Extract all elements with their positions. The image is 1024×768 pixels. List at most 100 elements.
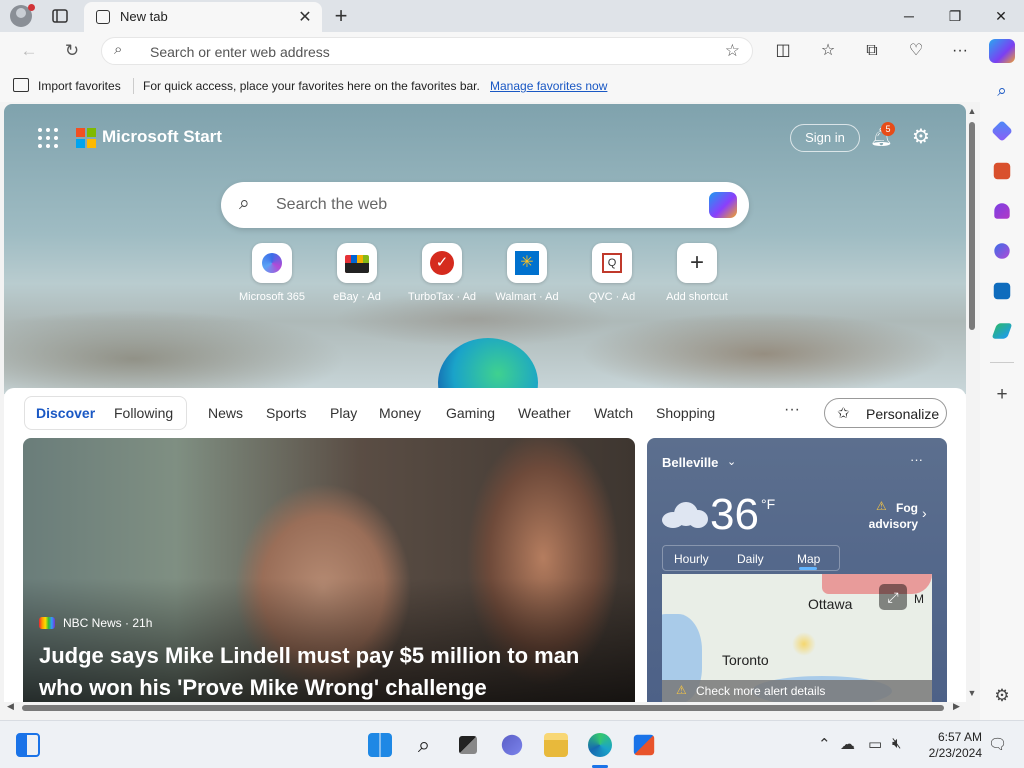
quick-link-walmart[interactable]: ✳ Walmart · Ad: [487, 243, 567, 303]
edge-browser-icon[interactable]: [588, 733, 612, 757]
horizontal-scrollbar[interactable]: ◀ ▶: [4, 701, 966, 714]
weather-card[interactable]: Belleville ⌄ ··· 36 °F ⚠ Fog advisory › …: [647, 438, 947, 702]
scroll-down-icon[interactable]: ▼: [967, 688, 977, 698]
restore-button[interactable]: ❐: [932, 0, 978, 32]
scroll-up-icon[interactable]: ▲: [967, 106, 977, 116]
scroll-right-icon[interactable]: ▶: [953, 701, 960, 712]
news-headline[interactable]: Judge says Mike Lindell must pay $5 mill…: [39, 640, 629, 702]
sidebar-games-icon[interactable]: [994, 203, 1010, 219]
add-shortcut-button[interactable]: + Add shortcut: [657, 243, 737, 303]
tab-title: New tab: [120, 9, 168, 24]
fog-advisory-link[interactable]: Fog advisory: [862, 500, 918, 532]
sidebar-tools-icon[interactable]: [993, 162, 1011, 180]
import-favorites-button[interactable]: Import favorites: [38, 79, 121, 93]
tile-label: eBay · Ad: [333, 291, 381, 303]
tile-label: QVC · Ad: [588, 291, 636, 303]
vertical-scrollbar[interactable]: ▲ ▼: [966, 104, 978, 704]
close-window-button[interactable]: ✕: [978, 0, 1024, 32]
weather-location[interactable]: Belleville: [662, 455, 718, 470]
weather-temperature: 36: [710, 490, 759, 539]
tab-shopping[interactable]: Shopping: [656, 405, 715, 421]
tab-play[interactable]: Play: [330, 405, 357, 421]
web-search-box[interactable]: ⌕ Search the web: [221, 182, 749, 228]
favorites-icon[interactable]: ☆: [816, 40, 840, 62]
notification-center-icon[interactable]: 🗨︎: [988, 735, 1007, 753]
sidebar-shopping-icon[interactable]: [991, 120, 1013, 142]
sidebar-microsoft-365-icon[interactable]: [994, 243, 1010, 259]
address-input[interactable]: Search or enter web address: [150, 44, 330, 60]
weather-more-icon[interactable]: ···: [910, 452, 923, 467]
vertical-scroll-thumb[interactable]: [969, 122, 975, 330]
tab-money[interactable]: Money: [379, 405, 421, 421]
sidebar-outlook-icon[interactable]: [993, 282, 1011, 300]
walmart-icon: ✳: [507, 243, 547, 283]
sidebar-settings-gear-icon[interactable]: ⚙: [991, 685, 1013, 707]
alert-details-bar[interactable]: ⚠ Check more alert details: [662, 680, 932, 702]
taskbar-search-icon[interactable]: ⌕: [412, 733, 436, 757]
sidebar-search-icon[interactable]: ⌕: [991, 80, 1013, 102]
close-tab-icon[interactable]: ✕: [296, 7, 314, 27]
new-tab-button[interactable]: +: [330, 3, 352, 29]
plus-icon: +: [677, 243, 717, 283]
chevron-up-icon[interactable]: ⌃: [818, 735, 831, 753]
tab-news[interactable]: News: [208, 405, 243, 421]
split-screen-icon[interactable]: ◫: [771, 40, 795, 62]
tab-discover[interactable]: Discover: [36, 405, 95, 421]
tab-weather[interactable]: Weather: [518, 405, 571, 421]
teams-chat-icon[interactable]: [501, 734, 523, 756]
feed-navigation: Discover Following News Sports Play Mone…: [4, 388, 966, 438]
title-bar: New tab ✕ + ─ ❐ ✕: [0, 0, 1024, 32]
collections-icon[interactable]: ⧉: [860, 40, 884, 62]
microsoft-store-icon[interactable]: [633, 734, 655, 756]
system-clock[interactable]: 6:57 AM 2/23/2024: [920, 729, 982, 761]
browser-essentials-icon[interactable]: ♡: [904, 40, 928, 62]
weather-tab-hourly[interactable]: Hourly: [674, 552, 709, 566]
windows-taskbar: ⌕ ⌃ ☁ ▭ 🔇︎ 6:57 AM 2/23/2024 🗨︎: [0, 720, 1024, 768]
widgets-icon[interactable]: [16, 733, 40, 757]
refresh-icon[interactable]: ↻: [61, 40, 83, 62]
horizontal-scroll-thumb[interactable]: [22, 705, 944, 711]
volume-muted-icon[interactable]: 🔇︎: [892, 735, 901, 752]
back-icon[interactable]: ←: [18, 40, 40, 62]
sign-in-button[interactable]: Sign in: [790, 124, 860, 152]
web-search-input[interactable]: Search the web: [276, 196, 387, 214]
address-bar[interactable]: ⌕ Search or enter web address ☆: [101, 37, 753, 65]
sidebar-send-icon[interactable]: [991, 323, 1013, 339]
chevron-down-icon[interactable]: ⌄: [727, 455, 736, 468]
onedrive-offline-icon[interactable]: ☁: [840, 735, 855, 753]
network-icon[interactable]: ▭: [868, 735, 882, 753]
minimize-button[interactable]: ─: [886, 0, 932, 32]
tab-gaming[interactable]: Gaming: [446, 405, 495, 421]
copilot-icon[interactable]: [989, 39, 1015, 63]
sidebar-add-icon[interactable]: +: [991, 384, 1013, 406]
scroll-left-icon[interactable]: ◀: [7, 701, 14, 712]
microsoft-start-brand[interactable]: Microsoft Start: [102, 127, 222, 147]
quick-link-qvc[interactable]: Q QVC · Ad: [572, 243, 652, 303]
tab-following[interactable]: Following: [114, 405, 173, 421]
expand-map-icon[interactable]: ⤢: [879, 584, 907, 610]
weather-tab-map[interactable]: Map: [797, 552, 820, 566]
tab-sports[interactable]: Sports: [266, 405, 306, 421]
personalize-button[interactable]: ✩ Personalize: [824, 398, 947, 428]
tab-watch[interactable]: Watch: [594, 405, 633, 421]
app-launcher-icon[interactable]: [38, 128, 58, 148]
more-tabs-button[interactable]: ···: [784, 401, 800, 419]
quick-link-ebay[interactable]: eBay · Ad: [317, 243, 397, 303]
news-card[interactable]: NBC News · 21h Judge says Mike Lindell m…: [23, 438, 635, 702]
chevron-right-icon[interactable]: ›: [922, 505, 927, 521]
quick-link-turbotax[interactable]: ✓ TurboTax · Ad: [402, 243, 482, 303]
start-windows-icon[interactable]: [368, 733, 392, 757]
feed-area: NBC News · 21h Judge says Mike Lindell m…: [4, 438, 966, 702]
weather-tab-daily[interactable]: Daily: [737, 552, 764, 566]
settings-more-icon[interactable]: ···: [948, 40, 972, 62]
tab-actions-icon[interactable]: [50, 6, 70, 26]
file-explorer-icon[interactable]: [544, 733, 568, 757]
quick-link-microsoft-365[interactable]: Microsoft 365: [232, 243, 312, 303]
manage-favorites-link[interactable]: Manage favorites now: [490, 79, 607, 93]
page-settings-gear-icon[interactable]: ⚙: [909, 125, 933, 149]
add-favorite-star-icon[interactable]: ☆: [725, 41, 740, 61]
tab-new-tab[interactable]: New tab ✕: [84, 2, 322, 32]
task-view-icon[interactable]: [459, 736, 477, 754]
cloudy-weather-icon: [662, 500, 708, 528]
copilot-search-icon[interactable]: [709, 192, 737, 218]
